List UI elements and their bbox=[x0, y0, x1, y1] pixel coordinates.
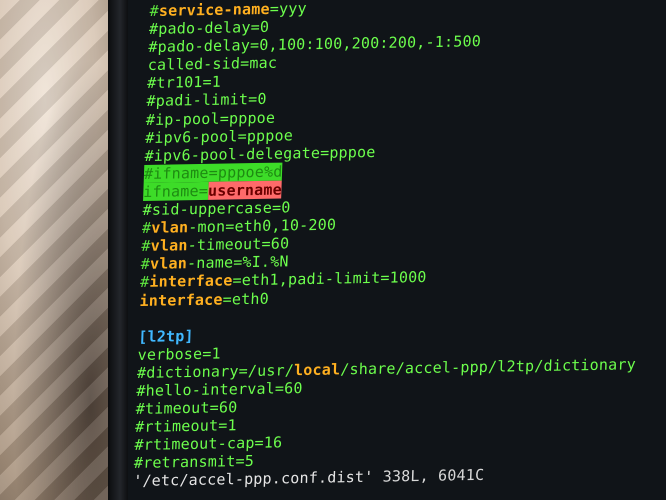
vim-editor[interactable]: #service-name=yyy #pado-delay=0 #pado-dela… bbox=[133, 0, 660, 490]
line-segment: service-name bbox=[158, 0, 271, 20]
line-segment: called-sid=mac bbox=[147, 54, 278, 75]
line-segment: #tr101=1 bbox=[146, 73, 222, 93]
line-segment: #ifname=pppoe%d bbox=[143, 162, 283, 183]
line-segment: #rtimeout=1 bbox=[134, 416, 238, 437]
line-segment: local bbox=[293, 360, 341, 380]
line-segment: #pado-delay=0 bbox=[148, 17, 270, 39]
status-file-info: 338L, 6041C bbox=[373, 466, 485, 487]
line-segment: [l2tp] bbox=[137, 326, 195, 346]
line-segment: vlan bbox=[150, 236, 188, 256]
line-segment: =eth1,padi-limit=1000 bbox=[232, 268, 427, 290]
line-segment: -mon=eth0,10-200 bbox=[187, 215, 337, 237]
line-segment: #timeout=60 bbox=[135, 398, 238, 418]
line-segment: vlan bbox=[151, 218, 189, 237]
line-segment: ifname= bbox=[143, 181, 209, 201]
line-segment: =eth0 bbox=[222, 289, 270, 309]
line-segment: #rtimeout-cap=16 bbox=[134, 433, 283, 455]
line-segment: username bbox=[207, 180, 283, 200]
line-segment: -name=%I.%N bbox=[186, 252, 289, 273]
line-segment: #ip-pool=pppoe bbox=[145, 108, 276, 129]
line-segment: interface bbox=[149, 271, 233, 292]
monitor-screen: #service-name=yyy #pado-delay=0 #pado-dela… bbox=[128, 0, 666, 500]
line-segment: interface bbox=[139, 290, 224, 310]
line-segment: verbose=1 bbox=[137, 344, 222, 364]
line-segment: vlan bbox=[149, 254, 188, 274]
line-segment: -timeout=60 bbox=[187, 234, 290, 255]
status-filename: '/etc/accel-ppp.conf.dist' bbox=[132, 468, 374, 491]
line-segment: =yyy bbox=[269, 0, 308, 18]
line-segment: #hello-interval=60 bbox=[136, 379, 304, 400]
monitor-bezel bbox=[108, 0, 128, 500]
line-segment: #padi-limit=0 bbox=[146, 90, 267, 111]
line-segment: #retransmit=5 bbox=[133, 452, 255, 473]
